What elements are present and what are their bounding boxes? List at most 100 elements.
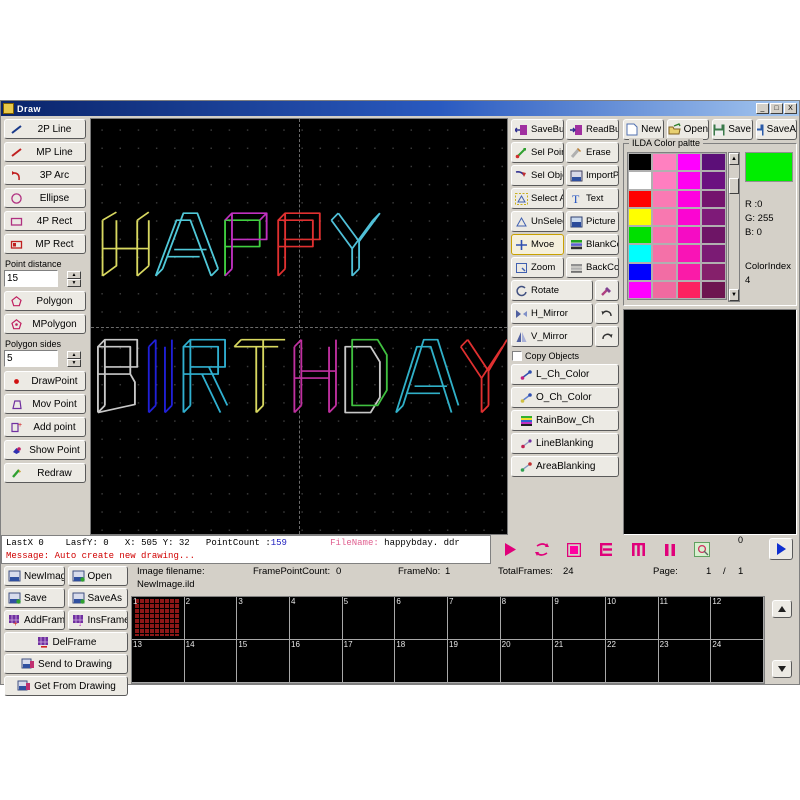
- palette-color-24[interactable]: [628, 262, 653, 281]
- palette-color-4[interactable]: [628, 171, 653, 190]
- point-distance-input[interactable]: 15: [4, 270, 58, 287]
- op-import-plt[interactable]: ImportPLT: [566, 165, 619, 186]
- op-select-all[interactable]: Select All: [511, 188, 564, 209]
- frame-cell[interactable]: 21: [553, 640, 606, 683]
- op-rainbow-ch[interactable]: RainBow_Ch: [511, 410, 619, 431]
- op-save-buff[interactable]: SaveBuff: [511, 119, 564, 140]
- del-frame-button[interactable]: DelFrame: [4, 632, 128, 652]
- palette-color-5[interactable]: [652, 171, 677, 190]
- stop-icon[interactable]: [565, 541, 583, 559]
- frame-cell[interactable]: 13: [132, 640, 185, 683]
- ilda-color-grid[interactable]: [627, 152, 727, 300]
- minimize-icon[interactable]: _: [756, 103, 769, 114]
- new-image-button[interactable]: NewImage: [4, 566, 65, 586]
- close-icon[interactable]: X: [784, 103, 797, 114]
- frame-cell[interactable]: 8: [500, 597, 554, 640]
- frame-cell[interactable]: 24: [711, 640, 764, 683]
- next-frame-button[interactable]: [769, 538, 793, 560]
- frame-cell[interactable]: 6: [395, 597, 448, 640]
- op-eyedropper[interactable]: [595, 280, 619, 301]
- frame-cell[interactable]: 16: [290, 640, 343, 683]
- palette-color-15[interactable]: [701, 207, 726, 226]
- palette-color-12[interactable]: [628, 207, 653, 226]
- op-v-mirror[interactable]: V_Mirror: [511, 326, 593, 347]
- palette-color-14[interactable]: [676, 207, 702, 226]
- op-picture[interactable]: Picture: [566, 211, 619, 232]
- palette-scroll-up-icon[interactable]: ▲: [728, 153, 739, 165]
- op-undo[interactable]: [595, 303, 619, 324]
- op-area-blanking[interactable]: AreaBlanking: [511, 456, 619, 477]
- tool-2p-line[interactable]: 2P Line: [4, 119, 86, 139]
- point-distance-down-icon[interactable]: ▼: [67, 278, 81, 287]
- op-o-ch-color[interactable]: O_Ch_Color: [511, 387, 619, 408]
- frame-cell[interactable]: 10: [606, 597, 659, 640]
- op-redo[interactable]: [595, 326, 619, 347]
- drawing-canvas[interactable]: [90, 118, 508, 535]
- palette-color-29[interactable]: [652, 280, 677, 299]
- palette-color-16[interactable]: [628, 226, 653, 245]
- frame-cell[interactable]: 5: [342, 597, 396, 640]
- palette-color-8[interactable]: [628, 189, 653, 208]
- palette-color-27[interactable]: [701, 262, 726, 281]
- op-unselect[interactable]: UnSelect: [511, 211, 564, 232]
- tool-polygon[interactable]: Polygon: [4, 291, 86, 311]
- frame-thumbnail-grid[interactable]: 1 2 3 4 5 6 7 8 9 10 11 12 13 14 15 16 17 18 19 20 21 22 23 24: [131, 596, 765, 684]
- get-from-drawing-button[interactable]: Get From Drawing: [4, 676, 128, 696]
- palette-color-11[interactable]: [701, 189, 726, 208]
- tool-redraw[interactable]: Redraw: [4, 463, 86, 483]
- tool-ellipse[interactable]: Ellipse: [4, 188, 86, 208]
- frame-cell[interactable]: 4: [290, 597, 343, 640]
- frame-cell[interactable]: 7: [448, 597, 501, 640]
- palette-scroll-down-icon[interactable]: ▼: [728, 289, 739, 301]
- op-rotate[interactable]: Rotate: [511, 280, 593, 301]
- palette-color-22[interactable]: [676, 244, 702, 263]
- loop-icon[interactable]: [533, 541, 551, 559]
- file-open-button[interactable]: Open: [667, 119, 709, 140]
- palette-color-13[interactable]: [652, 207, 677, 226]
- op-sel-point[interactable]: Sel Point: [511, 142, 564, 163]
- step-icon[interactable]: [629, 541, 647, 559]
- palette-color-25[interactable]: [652, 262, 677, 281]
- frame-cell[interactable]: 15: [237, 640, 290, 683]
- palette-color-3[interactable]: [701, 153, 726, 172]
- polygon-sides-input[interactable]: 5: [4, 350, 58, 367]
- op-h-mirror[interactable]: H_Mirror: [511, 303, 593, 324]
- frame-cell[interactable]: 2: [184, 597, 238, 640]
- tool-mpolygon[interactable]: MPolygon: [4, 314, 86, 334]
- open-image-button[interactable]: Open: [67, 566, 128, 586]
- palette-color-1[interactable]: [652, 153, 677, 172]
- op-l-ch-color[interactable]: L_Ch_Color: [511, 364, 619, 385]
- tool-mp-line[interactable]: MP Line: [4, 142, 86, 162]
- tool-show-point[interactable]: Show Point: [4, 440, 86, 460]
- palette-color-21[interactable]: [652, 244, 677, 263]
- palette-color-6[interactable]: [676, 171, 702, 190]
- frame-cell[interactable]: 22: [606, 640, 659, 683]
- point-distance-up-icon[interactable]: ▲: [67, 270, 81, 279]
- palette-scroll-thumb[interactable]: [728, 178, 739, 194]
- frame-cell[interactable]: 20: [500, 640, 554, 683]
- op-erase[interactable]: Erase: [566, 142, 619, 163]
- add-frame-button[interactable]: + AddFrame: [4, 610, 65, 630]
- tool-add-point[interactable]: + Add point: [4, 417, 86, 437]
- palette-color-7[interactable]: [701, 171, 726, 190]
- tool-4p-rect[interactable]: 4P Rect: [4, 211, 86, 231]
- op-zoom[interactable]: Zoom: [511, 257, 564, 278]
- palette-color-9[interactable]: [652, 189, 677, 208]
- op-sel-object[interactable]: Sel Object: [511, 165, 564, 186]
- palette-color-23[interactable]: [701, 244, 726, 263]
- file-save-as-button[interactable]: SaveAs: [755, 119, 797, 140]
- tool-mp-rect[interactable]: MP Rect: [4, 234, 86, 254]
- op-back-color[interactable]: BackColor: [566, 257, 619, 278]
- frame-scroll-down-icon[interactable]: [772, 660, 792, 678]
- maximize-icon[interactable]: □: [770, 103, 783, 114]
- copy-objects-checkbox-row[interactable]: Copy Objects: [512, 351, 619, 361]
- palette-color-17[interactable]: [652, 226, 677, 245]
- op-text[interactable]: T Text: [566, 188, 619, 209]
- tool-mov-point[interactable]: Mov Point: [4, 394, 86, 414]
- frame-cell[interactable]: 18: [395, 640, 448, 683]
- palette-color-28[interactable]: [628, 280, 653, 299]
- frame-cell[interactable]: 3: [237, 597, 290, 640]
- frame-cell[interactable]: 11: [658, 597, 712, 640]
- frame-cell[interactable]: 19: [448, 640, 501, 683]
- op-blank-color[interactable]: BlankColor: [566, 234, 619, 255]
